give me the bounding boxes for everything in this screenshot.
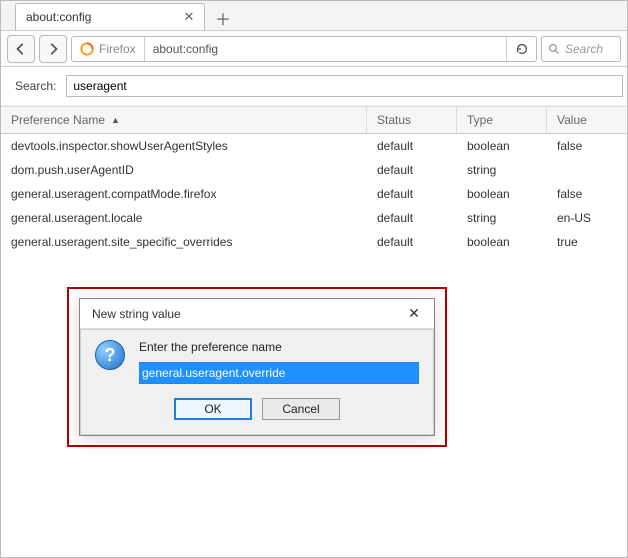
table-row[interactable]: dom.push.userAgentID default string: [1, 158, 627, 182]
identity-label: Firefox: [99, 42, 136, 56]
prefs-table: Preference Name ▲ Status Type Value devt…: [1, 106, 627, 254]
table-row[interactable]: general.useragent.site_specific_override…: [1, 230, 627, 254]
url-bar[interactable]: Firefox about:config: [71, 36, 537, 62]
tab-title: about:config: [26, 10, 91, 24]
table-row[interactable]: devtools.inspector.showUserAgentStyles d…: [1, 134, 627, 158]
table-header: Preference Name ▲ Status Type Value: [1, 106, 627, 134]
back-button[interactable]: [7, 35, 35, 63]
search-placeholder: Search: [565, 42, 603, 56]
search-label: Search:: [15, 79, 56, 93]
dialog-title: New string value: [92, 307, 181, 321]
dialog-close-button[interactable]: ✕: [400, 303, 428, 325]
col-pref-name[interactable]: Preference Name ▲: [1, 107, 367, 133]
reload-button[interactable]: [506, 36, 536, 62]
dialog-body: ? Enter the preference name OK Cancel: [80, 329, 434, 435]
col-type[interactable]: Type: [457, 107, 547, 133]
identity-box[interactable]: Firefox: [72, 37, 145, 61]
config-search-row: Search:: [1, 67, 627, 106]
dialog-prompt: Enter the preference name: [139, 340, 419, 354]
new-string-dialog: New string value ✕ ? Enter the preferenc…: [79, 298, 435, 436]
nav-toolbar: Firefox about:config Search: [1, 31, 627, 67]
forward-button[interactable]: [39, 35, 67, 63]
config-search-input[interactable]: [66, 75, 623, 97]
sort-asc-icon: ▲: [111, 115, 120, 125]
search-icon: [548, 43, 560, 55]
table-body: devtools.inspector.showUserAgentStyles d…: [1, 134, 627, 254]
new-tab-button[interactable]: ＋: [211, 6, 235, 30]
reload-icon: [515, 42, 529, 56]
cancel-button[interactable]: Cancel: [262, 398, 340, 420]
search-box[interactable]: Search: [541, 36, 621, 62]
pref-name-input[interactable]: [140, 363, 418, 383]
col-status[interactable]: Status: [367, 107, 457, 133]
question-icon: ?: [95, 340, 125, 370]
close-icon: ✕: [408, 305, 420, 322]
dialog-titlebar: New string value ✕: [80, 299, 434, 329]
dialog-buttons: OK Cancel: [95, 398, 419, 420]
firefox-icon: [80, 42, 94, 56]
table-row[interactable]: general.useragent.compatMode.firefox def…: [1, 182, 627, 206]
tab-strip: about:config ✕ ＋: [1, 1, 627, 31]
dialog-input-wrap: [139, 362, 419, 384]
url-text: about:config: [145, 42, 506, 56]
browser-window: about:config ✕ ＋ Firefox about:config Se…: [0, 0, 628, 558]
tab-aboutconfig[interactable]: about:config ✕: [15, 3, 205, 30]
ok-button[interactable]: OK: [174, 398, 252, 420]
close-icon[interactable]: ✕: [182, 10, 196, 24]
arrow-right-icon: [46, 42, 60, 56]
col-value[interactable]: Value: [547, 107, 627, 133]
table-row[interactable]: general.useragent.locale default string …: [1, 206, 627, 230]
arrow-left-icon: [14, 42, 28, 56]
